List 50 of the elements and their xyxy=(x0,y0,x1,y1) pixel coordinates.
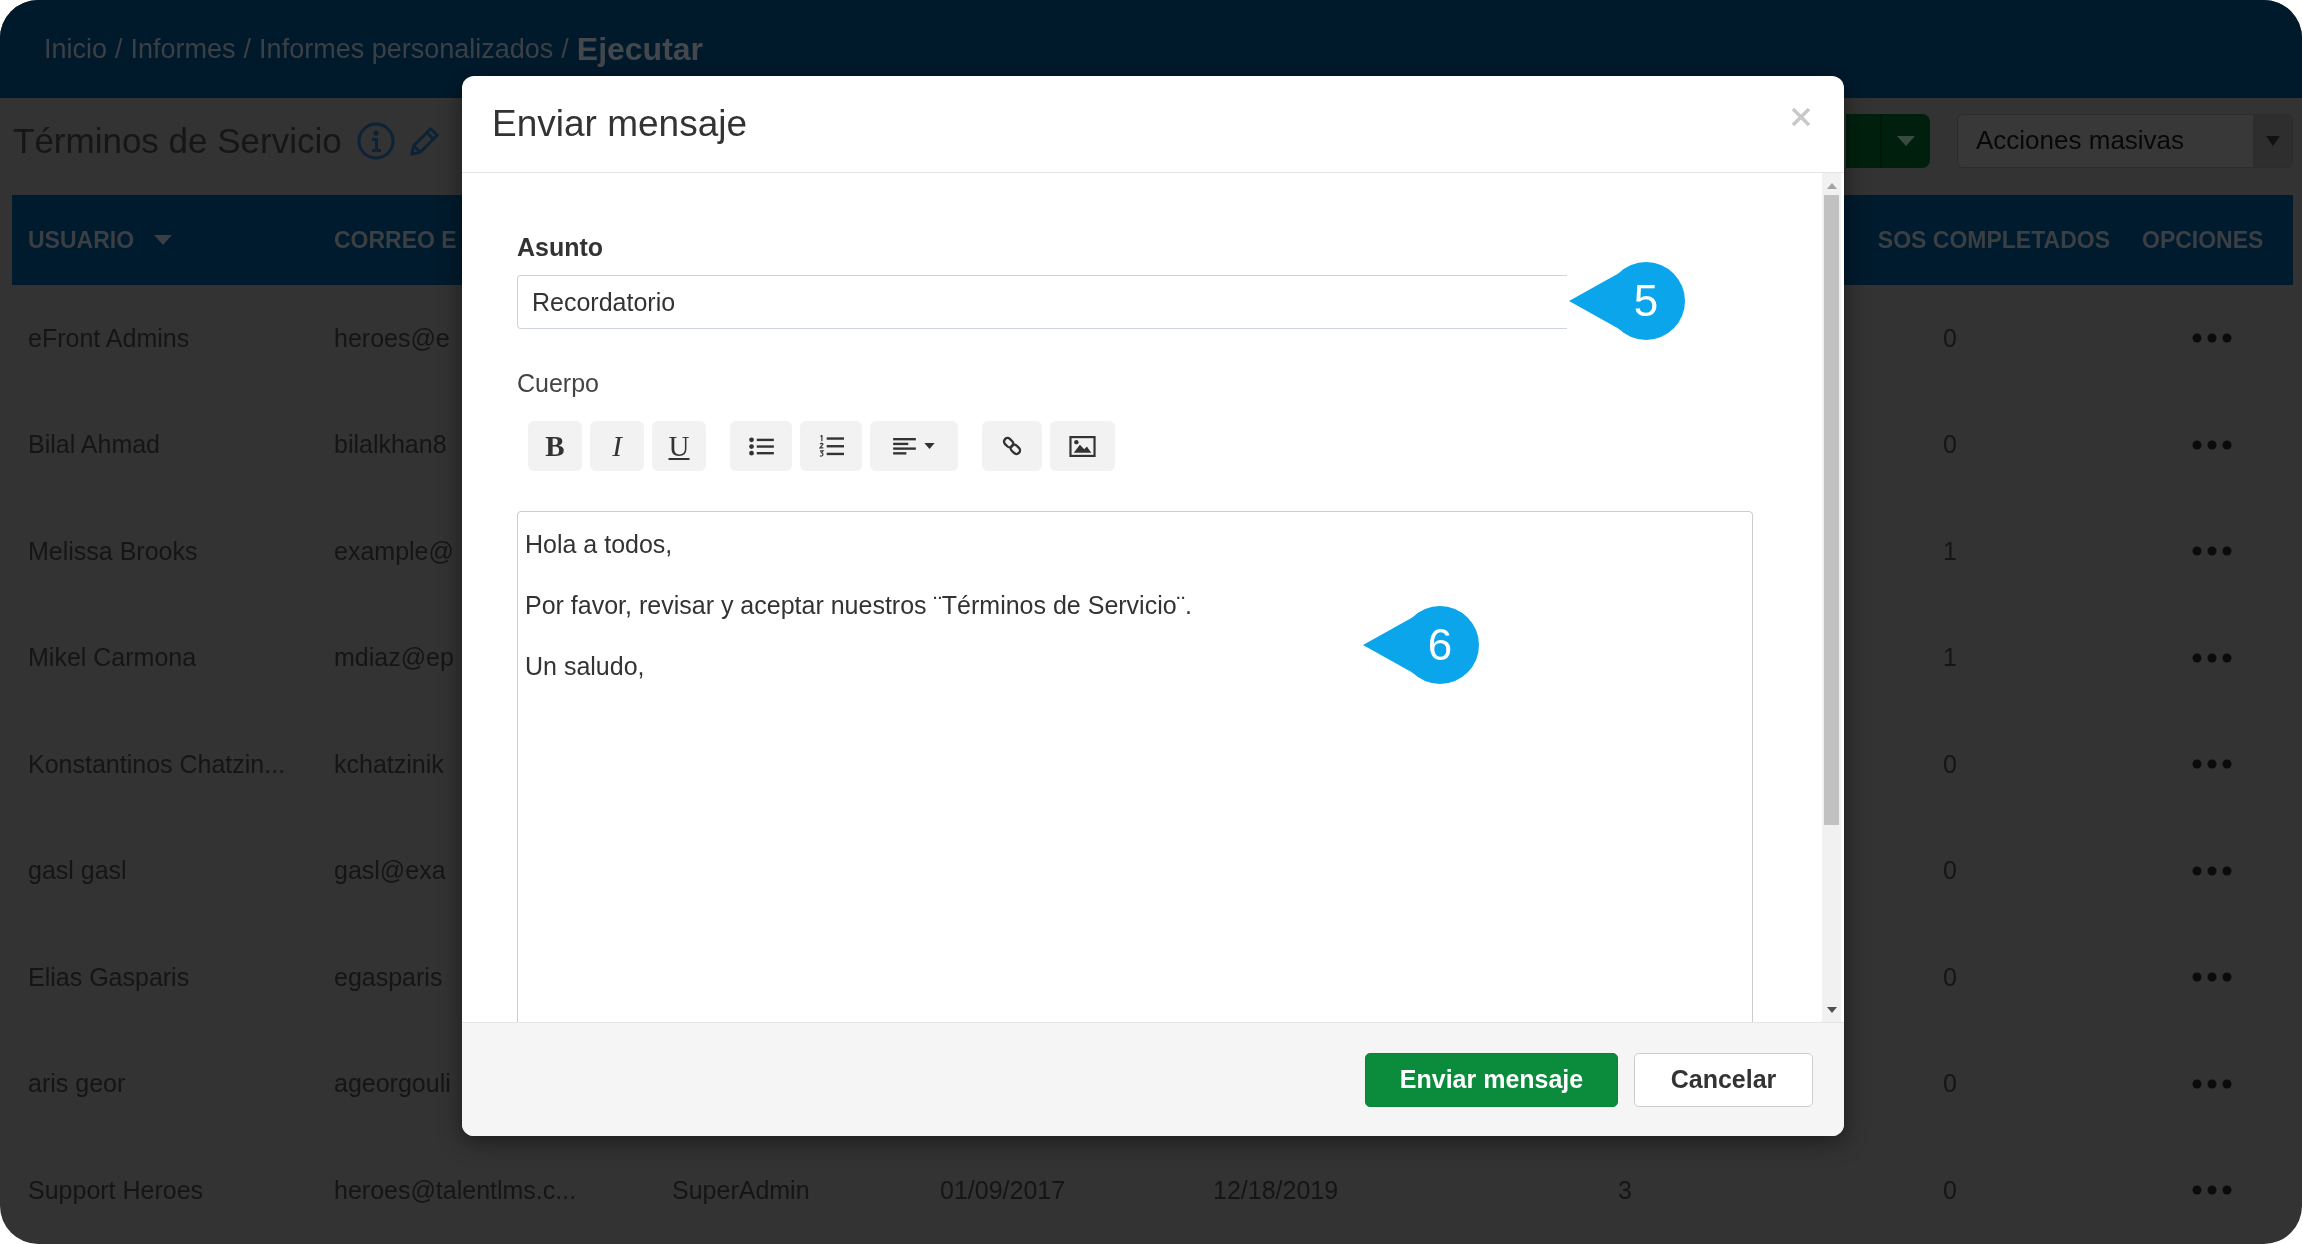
caret-icon xyxy=(2265,135,2280,146)
breadcrumb-separator: / xyxy=(561,33,569,65)
bold-button[interactable]: B xyxy=(528,421,582,471)
bulleted-list-button[interactable] xyxy=(730,421,792,471)
link-icon xyxy=(1001,435,1023,457)
message-paragraph: Hola a todos, xyxy=(525,529,673,559)
breadcrumb-separator: / xyxy=(243,33,252,65)
split-dropdown-button[interactable] xyxy=(1846,113,1930,168)
scroll-down-icon[interactable] xyxy=(1826,1007,1837,1013)
column-header: USUARIO xyxy=(28,226,135,254)
field-label: Cuerpo xyxy=(517,368,600,398)
caret-icon[interactable] xyxy=(154,235,173,245)
breadcrumb-current: Ejecutar xyxy=(576,30,704,68)
more-icon[interactable] xyxy=(2191,333,2232,344)
more-icon[interactable] xyxy=(2191,439,2232,450)
align-left-icon xyxy=(893,437,916,455)
cancel-button[interactable]: Cancelar xyxy=(1634,1052,1813,1107)
modal-title: Enviar mensaje xyxy=(492,103,747,145)
more-icon[interactable] xyxy=(2191,652,2232,663)
more-icon[interactable] xyxy=(2191,1078,2232,1089)
more-icon[interactable] xyxy=(2191,865,2232,876)
field-label: Asunto xyxy=(517,232,605,262)
more-icon[interactable] xyxy=(2191,972,2232,983)
message-paragraph: Por favor, revisar y aceptar nuestros ¨Términos de Servicio¨. xyxy=(525,590,1192,620)
close-icon[interactable] xyxy=(1791,107,1811,127)
more-icon[interactable] xyxy=(2191,759,2232,770)
image-icon xyxy=(1069,435,1096,457)
numbered-list-icon xyxy=(818,435,844,457)
breadcrumb-separator: / xyxy=(115,33,123,65)
column-header: CORREO E xyxy=(334,226,457,254)
caret-icon xyxy=(924,443,935,449)
caret-icon xyxy=(1897,135,1915,146)
italic-button[interactable]: I xyxy=(590,421,644,471)
more-icon[interactable] xyxy=(2191,546,2232,557)
info-icon[interactable] xyxy=(356,121,395,160)
align-button[interactable] xyxy=(870,421,958,471)
send-button[interactable]: Enviar mensaje xyxy=(1365,1052,1618,1107)
scrollbar-track[interactable] xyxy=(1822,173,1841,1022)
link-button[interactable] xyxy=(982,421,1042,471)
column-header: OPCIONES xyxy=(2142,226,2264,254)
message-paragraph: Un saludo, xyxy=(525,651,645,681)
image-button[interactable] xyxy=(1050,421,1115,471)
subject-field[interactable]: Recordatorio xyxy=(517,275,1567,329)
scrollbar-thumb[interactable] xyxy=(1824,195,1839,825)
column-header: SOS COMPLETADOS xyxy=(1877,226,2110,254)
numbered-list-button[interactable] xyxy=(800,421,862,471)
more-icon[interactable] xyxy=(2191,1185,2232,1196)
underline-button[interactable]: U xyxy=(652,421,706,471)
bulleted-list-icon xyxy=(748,436,774,456)
scroll-up-icon[interactable] xyxy=(1826,183,1837,189)
